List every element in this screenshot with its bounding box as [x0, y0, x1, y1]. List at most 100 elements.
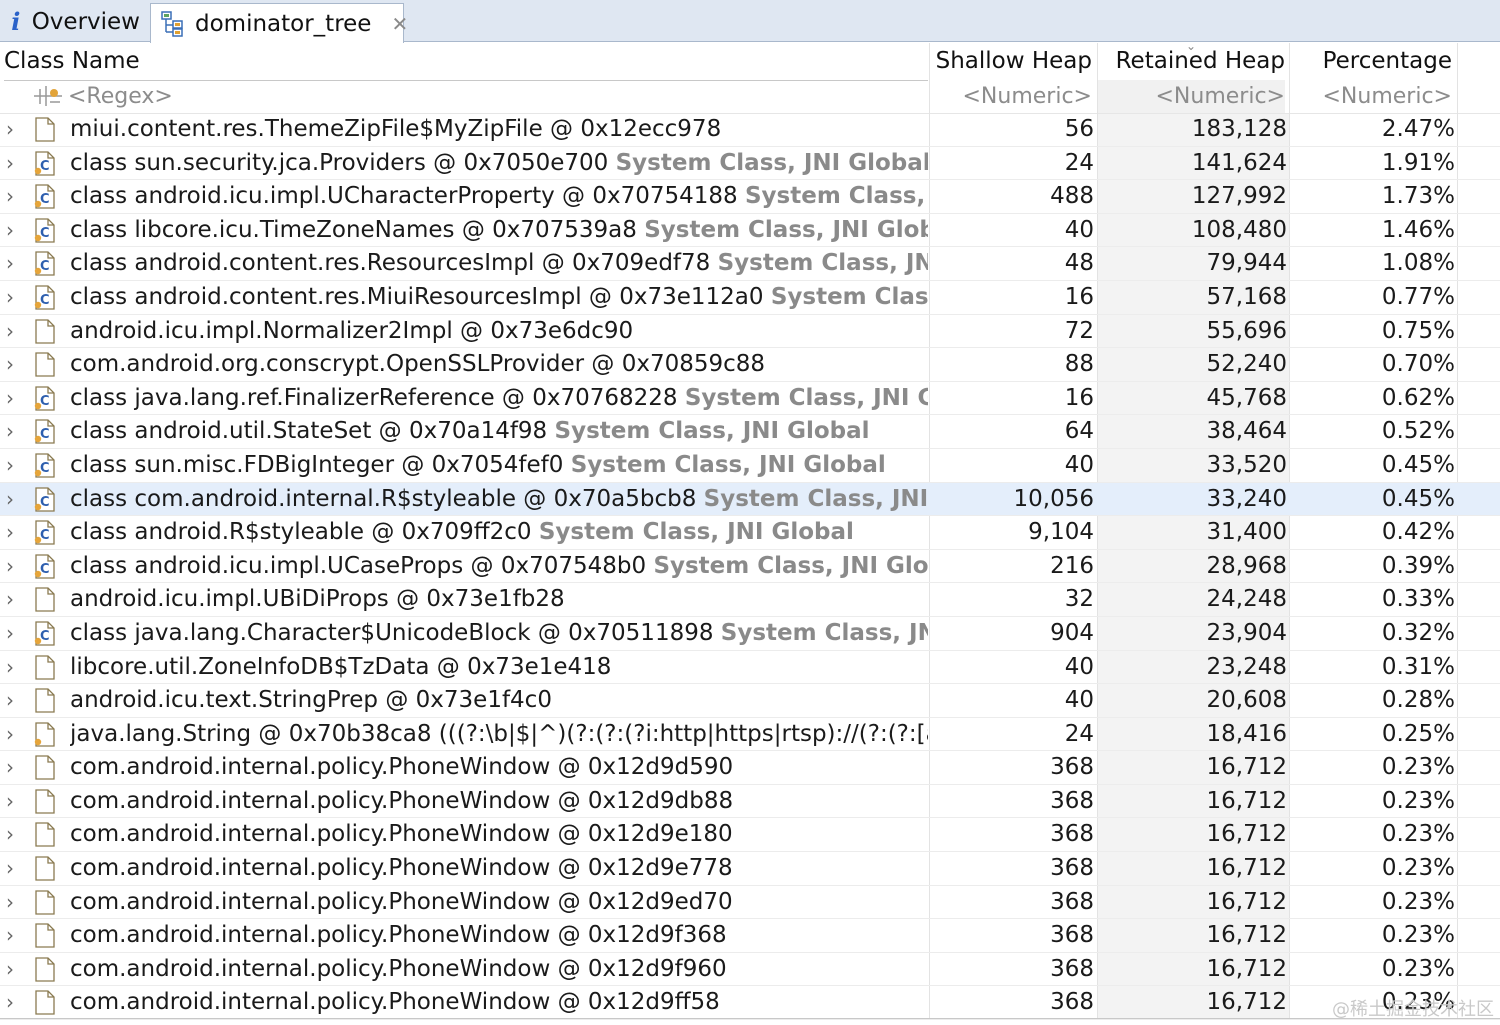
- table-row[interactable]: › Cclass com.android.internal.R$styleable…: [0, 482, 1500, 517]
- table-row[interactable]: › Cclass android.content.res.ResourcesImp…: [0, 247, 1500, 281]
- object-label: class java.lang.ref.FinalizerReference @…: [70, 384, 685, 411]
- table-row[interactable]: › com.android.internal.policy.PhoneWindow…: [0, 852, 1500, 886]
- expand-chevron-icon[interactable]: ›: [6, 516, 24, 549]
- expand-chevron-icon[interactable]: ›: [6, 247, 24, 280]
- expand-chevron-icon[interactable]: ›: [6, 919, 24, 952]
- table-row[interactable]: › com.android.internal.policy.PhoneWindow…: [0, 953, 1500, 987]
- gc-root-label: System Class, JNI Global: [570, 451, 886, 478]
- close-icon[interactable]: ✕: [391, 12, 408, 36]
- shallow-heap-cell: 16: [1064, 283, 1094, 310]
- shallow-filter-input[interactable]: <Numeric>: [930, 80, 1093, 113]
- table-row[interactable]: › android.icu.impl.UBiDiProps @ 0x73e1fb2…: [0, 583, 1500, 617]
- tab-overview[interactable]: i Overview: [0, 2, 150, 41]
- percentage-cell: 1.08%: [1381, 250, 1455, 277]
- table-row[interactable]: › Cclass sun.security.jca.Providers @ 0x7…: [0, 147, 1500, 181]
- expand-chevron-icon[interactable]: ›: [6, 483, 24, 516]
- retained-heap-cell: 16,712: [1206, 989, 1287, 1016]
- table-row[interactable]: › miui.content.res.ThemeZipFile$MyZipFile…: [0, 113, 1500, 147]
- expand-chevron-icon[interactable]: ›: [6, 852, 24, 885]
- expand-chevron-icon[interactable]: ›: [6, 449, 24, 482]
- expand-chevron-icon[interactable]: ›: [6, 315, 24, 348]
- expand-chevron-icon[interactable]: ›: [6, 348, 24, 381]
- table-row[interactable]: › android.icu.text.StringPrep @ 0x73e1f4c…: [0, 684, 1500, 718]
- expand-chevron-icon[interactable]: ›: [6, 415, 24, 448]
- column-percentage[interactable]: Percentage: [1290, 43, 1452, 80]
- table-row[interactable]: › Cclass android.util.StateSet @ 0x70a14f…: [0, 415, 1500, 449]
- retained-heap-cell: 38,464: [1206, 418, 1287, 445]
- regex-filter-input[interactable]: <Regex>: [68, 80, 173, 113]
- table-row[interactable]: › com.android.internal.policy.PhoneWindow…: [0, 751, 1500, 785]
- retained-heap-cell: 31,400: [1206, 519, 1287, 546]
- expand-chevron-icon[interactable]: ›: [6, 382, 24, 415]
- gc-root-label: System Class, JNI Global: [538, 519, 854, 546]
- expand-chevron-icon[interactable]: ›: [6, 651, 24, 684]
- dominator-tree-icon: [161, 10, 185, 37]
- table-row[interactable]: › Cclass sun.misc.FDBigInteger @ 0x7054fe…: [0, 449, 1500, 483]
- class-name-cell: com.android.org.conscrypt.OpenSSLProvide…: [70, 348, 928, 381]
- table-row[interactable]: › Cclass android.icu.impl.UCharacterPrope…: [0, 180, 1500, 214]
- table-row[interactable]: › Cclass android.R$styleable @ 0x709ff2c0…: [0, 516, 1500, 550]
- table-row[interactable]: › com.android.internal.policy.PhoneWindow…: [0, 986, 1500, 1021]
- shallow-heap-cell: 904: [1050, 619, 1094, 646]
- expand-chevron-icon[interactable]: ›: [6, 986, 24, 1019]
- gc-root-label: System Class, JNI Global: [644, 216, 928, 243]
- table-row[interactable]: › Cclass android.content.res.MiuiResource…: [0, 281, 1500, 315]
- expand-chevron-icon[interactable]: ›: [6, 113, 24, 146]
- table-row[interactable]: › java.lang.String @ 0x70b38ca8 (((?:\b|$…: [0, 718, 1500, 752]
- retained-filter-input[interactable]: <Numeric>: [1098, 80, 1285, 113]
- object-icon: [34, 990, 56, 1016]
- expand-chevron-icon[interactable]: ›: [6, 550, 24, 583]
- class-name-cell: libcore.util.ZoneInfoDB$TzData @ 0x73e1e…: [70, 651, 928, 684]
- table-row[interactable]: › libcore.util.ZoneInfoDB$TzData @ 0x73e1…: [0, 651, 1500, 685]
- table-row[interactable]: › com.android.internal.policy.PhoneWindow…: [0, 818, 1500, 853]
- table-row[interactable]: › android.icu.impl.Normalizer2Impl @ 0x73…: [0, 315, 1500, 349]
- table-row[interactable]: › com.android.org.conscrypt.OpenSSLProvid…: [0, 348, 1500, 382]
- filter-row: <Regex> <Numeric> <Numeric> <Numeric>: [0, 80, 1500, 114]
- column-shallow-heap[interactable]: Shallow Heap: [930, 43, 1092, 80]
- shallow-heap-cell: 64: [1064, 418, 1094, 445]
- table-row[interactable]: › Cclass android.icu.impl.UCaseProps @ 0x…: [0, 550, 1500, 584]
- expand-chevron-icon[interactable]: ›: [6, 953, 24, 986]
- expand-chevron-icon[interactable]: ›: [6, 617, 24, 650]
- table-row[interactable]: › Cclass libcore.icu.TimeZoneNames @ 0x70…: [0, 214, 1500, 248]
- column-class-name[interactable]: Class Name: [4, 43, 928, 81]
- gc-root-label: System Class, JNI Globa: [717, 250, 928, 277]
- object-icon: [34, 890, 56, 915]
- table-row[interactable]: › com.android.internal.policy.PhoneWindow…: [0, 886, 1500, 920]
- table-row[interactable]: › Cclass java.lang.ref.FinalizerReference…: [0, 382, 1500, 416]
- svg-text:C: C: [40, 495, 50, 510]
- object-label: class android.icu.impl.UCharacterPropert…: [70, 183, 745, 210]
- object-label: java.lang.String @ 0x70b38ca8 (((?:\b|$|…: [70, 720, 928, 747]
- expand-chevron-icon[interactable]: ›: [6, 180, 24, 213]
- retained-heap-cell: 16,712: [1206, 888, 1287, 915]
- expand-chevron-icon[interactable]: ›: [6, 147, 24, 180]
- expand-chevron-icon[interactable]: ›: [6, 751, 24, 784]
- class-object-icon: C: [34, 150, 56, 176]
- expand-chevron-icon[interactable]: ›: [6, 214, 24, 247]
- expand-chevron-icon[interactable]: ›: [6, 281, 24, 314]
- expand-chevron-icon[interactable]: ›: [6, 684, 24, 717]
- object-label: class android.R$styleable @ 0x709ff2c0: [70, 519, 539, 546]
- class-name-cell: com.android.internal.policy.PhoneWindow …: [70, 785, 928, 818]
- expand-chevron-icon[interactable]: ›: [6, 818, 24, 851]
- class-name-cell: android.icu.impl.UBiDiProps @ 0x73e1fb28: [70, 583, 928, 616]
- table-row[interactable]: › com.android.internal.policy.PhoneWindow…: [0, 919, 1500, 953]
- expand-chevron-icon[interactable]: ›: [6, 718, 24, 751]
- tab-dominator-tree[interactable]: dominator_tree ✕: [150, 3, 408, 43]
- object-label: com.android.internal.policy.PhoneWindow …: [70, 888, 733, 915]
- expand-chevron-icon[interactable]: ›: [6, 785, 24, 818]
- expand-chevron-icon[interactable]: ›: [6, 886, 24, 919]
- svg-text:C: C: [40, 427, 50, 442]
- object-label: class sun.misc.FDBigInteger @ 0x7054fef0: [70, 451, 571, 478]
- regex-filter-icon: [32, 80, 66, 113]
- percentage-filter-input[interactable]: <Numeric>: [1290, 80, 1453, 113]
- gc-root-label: System Class, JNI Global: [684, 384, 928, 411]
- class-name-cell: android.icu.text.StringPrep @ 0x73e1f4c0: [70, 684, 928, 717]
- percentage-cell: 0.23%: [1381, 787, 1455, 814]
- percentage-cell: 2.47%: [1381, 116, 1455, 142]
- table-row[interactable]: › Cclass java.lang.Character$UnicodeBlock…: [0, 617, 1500, 651]
- object-label: android.icu.impl.Normalizer2Impl @ 0x73e…: [70, 317, 634, 344]
- table-row[interactable]: › com.android.internal.policy.PhoneWindow…: [0, 785, 1500, 819]
- retained-heap-cell: 33,520: [1206, 451, 1287, 478]
- expand-chevron-icon[interactable]: ›: [6, 583, 24, 616]
